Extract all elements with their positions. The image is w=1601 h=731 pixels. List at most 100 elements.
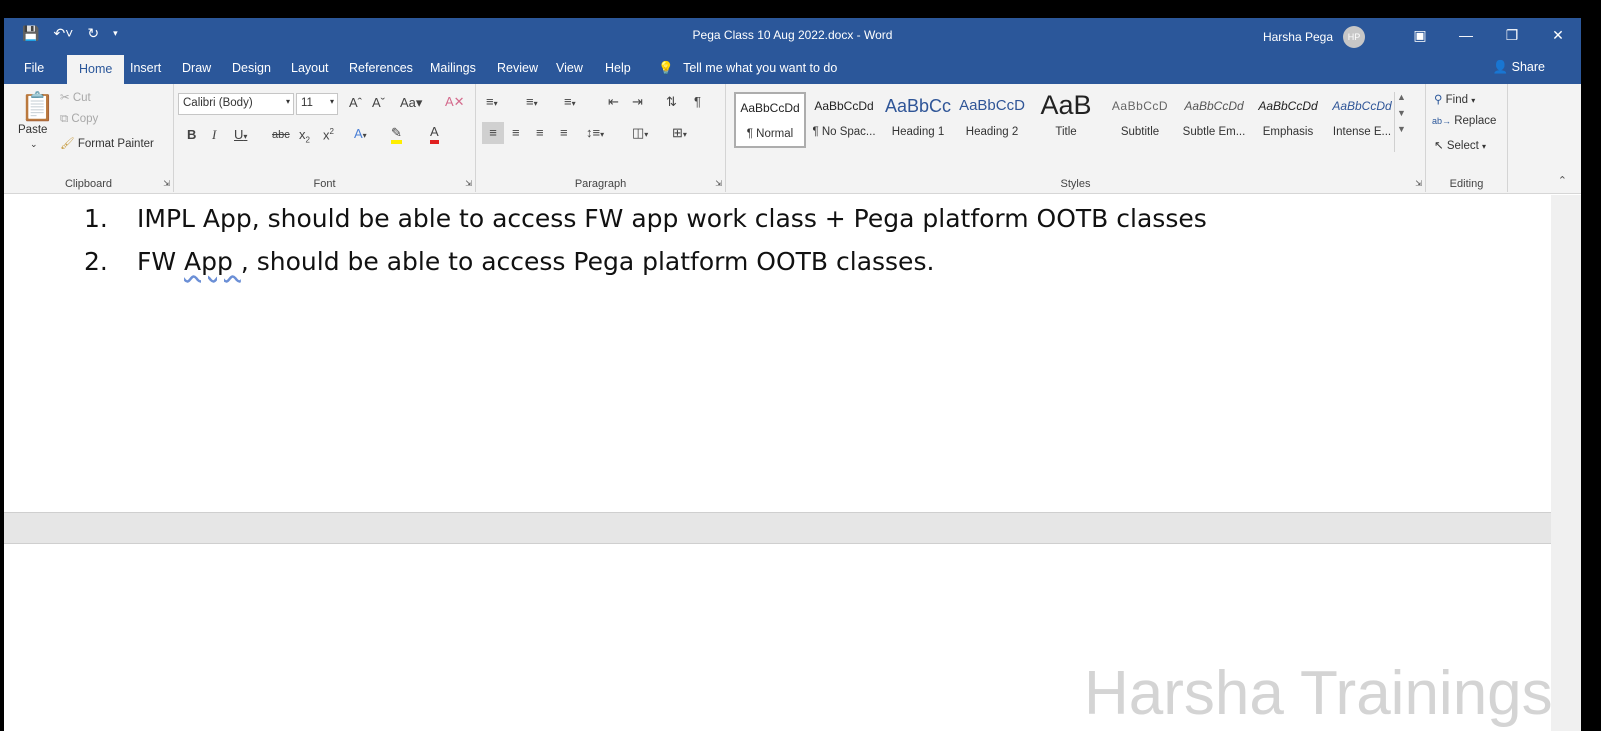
dialog-launcher-icon[interactable]: ⇲ bbox=[715, 179, 722, 188]
cursor-icon: ↖ bbox=[1434, 140, 1444, 152]
tab-insert[interactable]: Insert bbox=[130, 52, 161, 84]
justify-icon[interactable]: ≡ bbox=[560, 125, 568, 140]
editing-group: ⚲ Find ▾ ab→ Replace ↖ Select ▾ Editing bbox=[1426, 84, 1508, 192]
tab-review[interactable]: Review bbox=[497, 52, 538, 84]
tab-help[interactable]: Help bbox=[605, 52, 631, 84]
word-window: 💾 ↶˅ ↻ ▾ Pega Class 10 Aug 2022.docx - W… bbox=[4, 18, 1581, 731]
style-heading-1[interactable]: AaBbCc Heading 1 bbox=[882, 92, 954, 148]
style-title[interactable]: AaB Title bbox=[1030, 92, 1102, 148]
styles-label: Styles bbox=[1060, 178, 1091, 190]
ribbon-display-options-icon[interactable]: ▣ bbox=[1397, 18, 1443, 52]
sort-icon[interactable]: ⇅ bbox=[666, 94, 677, 110]
style-intense-emphasis[interactable]: AaBbCcDd Intense E... bbox=[1326, 92, 1398, 148]
decrease-indent-icon[interactable]: ⇤ bbox=[608, 94, 619, 110]
list-text: IMPL App, should be able to access FW ap… bbox=[137, 204, 1207, 233]
clear-formatting-icon[interactable]: A✕ bbox=[445, 94, 465, 110]
tell-me-search[interactable]: 💡 Tell me what you want to do bbox=[658, 52, 837, 84]
styles-group: AaBbCcDd ¶ Normal AaBbCcDd ¶ No Spac... … bbox=[726, 84, 1426, 192]
replace-button[interactable]: ab→ Replace bbox=[1432, 115, 1496, 127]
tab-draw[interactable]: Draw bbox=[182, 52, 211, 84]
align-right-icon[interactable]: ≡ bbox=[536, 125, 544, 140]
paste-button[interactable]: Paste bbox=[18, 124, 47, 136]
close-icon[interactable]: ✕ bbox=[1535, 18, 1581, 52]
font-name-box[interactable]: Calibri (Body) ▾ bbox=[178, 93, 294, 115]
borders-icon[interactable]: ⊞▾ bbox=[672, 125, 687, 141]
superscript-icon[interactable]: x2 bbox=[323, 127, 334, 142]
change-case-icon[interactable]: Aa▾ bbox=[400, 95, 422, 111]
find-button[interactable]: ⚲ Find ▾ bbox=[1434, 92, 1475, 106]
title-bar: 💾 ↶˅ ↻ ▾ Pega Class 10 Aug 2022.docx - W… bbox=[4, 18, 1581, 52]
chevron-down-icon: ▾ bbox=[329, 97, 334, 106]
paste-icon[interactable]: 📋 bbox=[20, 90, 55, 123]
ribbon-tabs: File Home Insert Draw Design Layout Refe… bbox=[4, 52, 1581, 84]
document-page[interactable]: 1. IMPL App, should be able to access FW… bbox=[4, 195, 1551, 512]
tab-layout[interactable]: Layout bbox=[291, 52, 329, 84]
minimize-icon[interactable]: — bbox=[1443, 18, 1489, 52]
grammar-flagged-text[interactable]: App bbox=[184, 247, 241, 276]
style-emphasis[interactable]: AaBbCcDd Emphasis bbox=[1252, 92, 1324, 148]
account[interactable]: Harsha Pega HP bbox=[1263, 26, 1365, 48]
style-name: Emphasis bbox=[1262, 126, 1314, 138]
chevron-down-icon: ▾ bbox=[285, 97, 290, 106]
underline-icon[interactable]: U▾ bbox=[234, 127, 247, 142]
tab-references[interactable]: References bbox=[349, 52, 413, 84]
clipboard-group: 📋 Paste ⌄ ✂ Cut ⧉ Copy 🖌 Format Painter … bbox=[4, 84, 174, 192]
shrink-font-icon[interactable]: Aˇ bbox=[372, 95, 385, 110]
ribbon: 📋 Paste ⌄ ✂ Cut ⧉ Copy 🖌 Format Painter … bbox=[4, 84, 1581, 194]
highlight-icon[interactable]: ✎ bbox=[391, 126, 402, 144]
tab-view[interactable]: View bbox=[556, 52, 583, 84]
align-left-icon[interactable]: ≡ bbox=[482, 122, 504, 144]
grow-font-icon[interactable]: Aˆ bbox=[349, 95, 362, 110]
tab-mailings[interactable]: Mailings bbox=[430, 52, 476, 84]
restore-icon[interactable]: ❐ bbox=[1489, 18, 1535, 52]
bullets-icon[interactable]: ≡▾ bbox=[486, 94, 498, 109]
increase-indent-icon[interactable]: ⇥ bbox=[632, 94, 643, 110]
dialog-launcher-icon[interactable]: ⇲ bbox=[163, 179, 170, 188]
subscript-icon[interactable]: x2 bbox=[299, 127, 310, 145]
style-subtle-emphasis[interactable]: AaBbCcDd Subtle Em... bbox=[1178, 92, 1250, 148]
vertical-scrollbar[interactable] bbox=[1551, 195, 1581, 731]
avatar[interactable]: HP bbox=[1343, 26, 1365, 48]
bold-icon[interactable]: B bbox=[187, 127, 196, 142]
tab-file[interactable]: File bbox=[24, 52, 44, 84]
style-subtitle[interactable]: AaBbCcD Subtitle bbox=[1104, 92, 1176, 148]
user-name: Harsha Pega bbox=[1262, 30, 1333, 44]
select-button[interactable]: ↖ Select ▾ bbox=[1434, 138, 1486, 152]
numbering-icon[interactable]: ≡▾ bbox=[526, 94, 538, 109]
find-icon: ⚲ bbox=[1434, 94, 1443, 106]
shading-icon[interactable]: ◫▾ bbox=[632, 125, 648, 141]
scroll-up-icon[interactable]: ▲ bbox=[1395, 92, 1408, 102]
style-heading-2[interactable]: AaBbCcD Heading 2 bbox=[956, 92, 1028, 148]
styles-gallery-scroll[interactable]: ▲ ▼ ▼ bbox=[1394, 92, 1408, 152]
text-effects-icon[interactable]: A▾ bbox=[354, 126, 367, 141]
font-size-box[interactable]: 11 ▾ bbox=[296, 93, 338, 115]
copy-button[interactable]: ⧉ Copy bbox=[60, 113, 98, 126]
share-button[interactable]: 👤 Share bbox=[1493, 60, 1545, 75]
style-name: ¶ No Spac... bbox=[812, 126, 876, 138]
align-center-icon[interactable]: ≡ bbox=[512, 125, 520, 140]
style-normal[interactable]: AaBbCcDd ¶ Normal bbox=[734, 92, 806, 148]
tell-me-label: Tell me what you want to do bbox=[683, 61, 838, 75]
dialog-launcher-icon[interactable]: ⇲ bbox=[465, 179, 472, 188]
italic-icon[interactable]: I bbox=[212, 127, 216, 143]
tab-design[interactable]: Design bbox=[232, 52, 271, 84]
watermark: Harsha Trainings bbox=[1084, 659, 1553, 728]
cut-button[interactable]: ✂ Cut bbox=[60, 90, 91, 104]
font-color-icon[interactable]: A bbox=[430, 124, 439, 144]
show-formatting-icon[interactable]: ¶ bbox=[694, 94, 701, 109]
lightbulb-icon: 💡 bbox=[658, 61, 674, 75]
clipboard-label: Clipboard bbox=[64, 178, 113, 190]
collapse-ribbon-icon[interactable]: ⌃ bbox=[1558, 174, 1567, 187]
multilevel-list-icon[interactable]: ≡▾ bbox=[564, 94, 576, 109]
scroll-down-icon[interactable]: ▼ bbox=[1395, 108, 1408, 118]
text-run: FW bbox=[137, 247, 185, 276]
tab-home[interactable]: Home bbox=[67, 55, 125, 84]
line-spacing-icon[interactable]: ↕≡▾ bbox=[586, 125, 604, 140]
dialog-launcher-icon[interactable]: ⇲ bbox=[1415, 179, 1422, 188]
paste-dropdown-icon[interactable]: ⌄ bbox=[30, 139, 38, 150]
brush-icon: 🖌 bbox=[60, 138, 75, 150]
more-styles-icon[interactable]: ▼ bbox=[1395, 124, 1408, 134]
style-no-spacing[interactable]: AaBbCcDd ¶ No Spac... bbox=[808, 92, 880, 148]
format-painter-button[interactable]: 🖌 Format Painter bbox=[60, 136, 154, 150]
strikethrough-icon[interactable]: abc bbox=[272, 129, 290, 141]
